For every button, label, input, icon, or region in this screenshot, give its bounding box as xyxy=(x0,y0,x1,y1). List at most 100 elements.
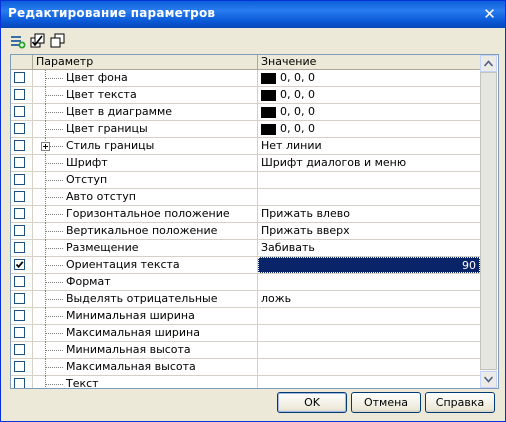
close-button[interactable]: ✕ xyxy=(480,5,499,24)
header-parameter[interactable]: Параметр xyxy=(33,55,258,69)
table-row[interactable]: Горизонтальное положение Прижать влево xyxy=(11,206,480,223)
value-cell[interactable] xyxy=(258,308,480,324)
parameter-cell[interactable]: Текст xyxy=(33,376,258,388)
parameter-cell[interactable]: Минимальная ширина xyxy=(33,308,258,325)
value-cell[interactable]: ложь xyxy=(258,291,480,307)
expand-icon[interactable] xyxy=(41,142,50,151)
ok-button[interactable]: OK xyxy=(277,392,347,413)
row-checkbox[interactable] xyxy=(14,242,25,253)
table-row[interactable]: Формат xyxy=(11,274,480,291)
value-cell[interactable]: 0, 0, 0 xyxy=(258,121,480,137)
row-checkbox[interactable] xyxy=(14,208,25,219)
table-row[interactable]: Стиль границы Нет линии xyxy=(11,138,480,155)
tree-line xyxy=(45,384,63,385)
parameter-cell[interactable]: Ориентация текста xyxy=(33,257,258,274)
row-checkbox[interactable] xyxy=(14,225,25,236)
scroll-up-button[interactable] xyxy=(480,55,497,72)
table-row[interactable]: Цвет фона 0, 0, 0 xyxy=(11,70,480,87)
tree-line xyxy=(45,248,63,249)
row-checkbox[interactable] xyxy=(14,293,25,304)
row-checkbox[interactable] xyxy=(14,140,25,151)
parameter-cell[interactable]: Отступ xyxy=(33,172,258,189)
scroll-down-button[interactable] xyxy=(480,371,497,388)
value-cell[interactable]: 0, 0, 0 xyxy=(258,87,480,103)
parameter-cell[interactable]: Цвет в диаграмме xyxy=(33,104,258,121)
table-row[interactable]: Цвет текста 0, 0, 0 xyxy=(11,87,480,104)
value-cell[interactable]: Прижать влево xyxy=(258,206,480,222)
tree-line xyxy=(45,265,63,266)
parameter-cell[interactable]: Цвет текста xyxy=(33,87,258,104)
row-checkbox[interactable] xyxy=(14,123,25,134)
row-checkbox[interactable] xyxy=(14,378,25,388)
parameter-label: Минимальная высота xyxy=(66,343,191,356)
row-checkbox[interactable] xyxy=(14,174,25,185)
value-cell[interactable]: Нет линии xyxy=(258,138,480,154)
dialog-window: Редактирование параметров ✕ Параметр Зна… xyxy=(0,0,506,422)
header-value[interactable]: Значение xyxy=(258,55,480,69)
vertical-scrollbar[interactable] xyxy=(480,55,497,388)
table-row[interactable]: Минимальная высота xyxy=(11,342,480,359)
value-cell[interactable]: Шрифт диалогов и меню xyxy=(258,155,480,171)
table-row[interactable]: Вертикальное положение Прижать вверх xyxy=(11,223,480,240)
parameter-cell[interactable]: Авто отступ xyxy=(33,189,258,206)
table-row[interactable]: Цвет границы 0, 0, 0 xyxy=(11,121,480,138)
value-cell[interactable]: 90 xyxy=(258,257,480,273)
table-row[interactable]: Текст xyxy=(11,376,480,388)
parameter-cell[interactable]: Максимальная ширина xyxy=(33,325,258,342)
row-checkbox[interactable] xyxy=(14,89,25,100)
copy-button[interactable] xyxy=(49,32,67,50)
value-cell[interactable] xyxy=(258,325,480,341)
parameter-cell[interactable]: Вертикальное положение xyxy=(33,223,258,240)
value-cell[interactable] xyxy=(258,376,480,388)
table-row[interactable]: Цвет в диаграмме 0, 0, 0 xyxy=(11,104,480,121)
value-cell[interactable]: 0, 0, 0 xyxy=(258,104,480,120)
help-button[interactable]: Справка xyxy=(425,392,495,413)
value-cell[interactable] xyxy=(258,189,480,205)
table-row[interactable]: Минимальная ширина xyxy=(11,308,480,325)
row-checkbox[interactable] xyxy=(14,361,25,372)
value-cell[interactable] xyxy=(258,274,480,290)
row-checkbox[interactable] xyxy=(14,191,25,202)
row-checkbox[interactable] xyxy=(14,157,25,168)
parameter-cell[interactable]: Стиль границы xyxy=(33,138,258,155)
table-row[interactable]: Максимальная ширина xyxy=(11,325,480,342)
value-cell[interactable] xyxy=(258,342,480,358)
table-row[interactable]: Ориентация текста 90 xyxy=(11,257,480,274)
row-checkbox[interactable] xyxy=(14,344,25,355)
value-cell[interactable] xyxy=(258,172,480,188)
value-cell[interactable]: Забивать xyxy=(258,240,480,256)
row-checkbox-cell xyxy=(11,359,33,375)
check-all-button[interactable] xyxy=(29,32,47,50)
scroll-thumb[interactable] xyxy=(480,72,497,370)
table-row[interactable]: Размещение Забивать xyxy=(11,240,480,257)
parameter-value: Забивать xyxy=(261,241,315,254)
row-checkbox[interactable] xyxy=(14,276,25,287)
row-checkbox[interactable] xyxy=(14,259,25,270)
add-row-button[interactable] xyxy=(9,32,27,50)
parameter-cell[interactable]: Формат xyxy=(33,274,258,291)
parameter-cell[interactable]: Размещение xyxy=(33,240,258,257)
table-row[interactable]: Отступ xyxy=(11,172,480,189)
value-cell[interactable]: 0, 0, 0 xyxy=(258,70,480,86)
table-row[interactable]: Выделять отрицательные ложь xyxy=(11,291,480,308)
row-checkbox[interactable] xyxy=(14,327,25,338)
row-checkbox[interactable] xyxy=(14,106,25,117)
parameter-cell[interactable]: Максимальная высота xyxy=(33,359,258,376)
parameter-cell[interactable]: Цвет границы xyxy=(33,121,258,138)
row-checkbox[interactable] xyxy=(14,310,25,321)
cancel-button[interactable]: Отмена xyxy=(351,392,421,413)
row-checkbox[interactable] xyxy=(14,72,25,83)
parameter-label: Стиль границы xyxy=(66,139,155,152)
value-cell[interactable] xyxy=(258,359,480,375)
table-row[interactable]: Шрифт Шрифт диалогов и меню xyxy=(11,155,480,172)
parameter-cell[interactable]: Горизонтальное положение xyxy=(33,206,258,223)
parameter-cell[interactable]: Выделять отрицательные xyxy=(33,291,258,308)
title-bar[interactable]: Редактирование параметров ✕ xyxy=(1,1,505,28)
row-checkbox-cell xyxy=(11,257,33,273)
parameter-cell[interactable]: Цвет фона xyxy=(33,70,258,87)
parameter-cell[interactable]: Шрифт xyxy=(33,155,258,172)
value-cell[interactable]: Прижать вверх xyxy=(258,223,480,239)
table-row[interactable]: Максимальная высота xyxy=(11,359,480,376)
parameter-cell[interactable]: Минимальная высота xyxy=(33,342,258,359)
table-row[interactable]: Авто отступ xyxy=(11,189,480,206)
